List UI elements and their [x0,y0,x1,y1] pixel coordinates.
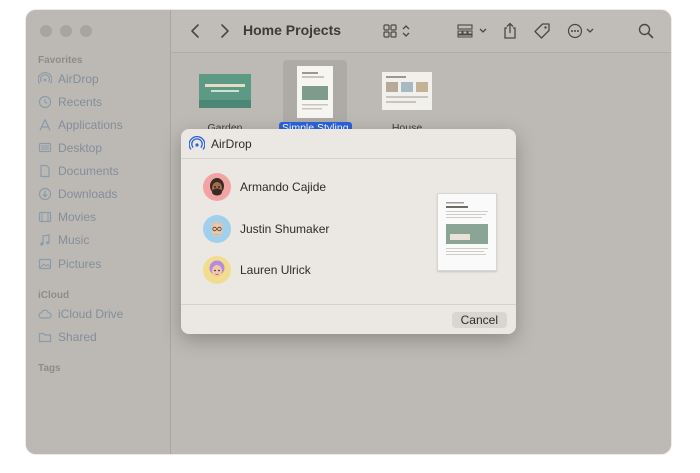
sidebar-item-label: Pictures [58,257,102,271]
sidebar-item-icloud-drive[interactable]: iCloud Drive [38,304,123,324]
recipient-name: Justin Shumaker [240,222,330,236]
recipient-name: Lauren Ulrick [240,263,311,277]
sidebar-item-label: Downloads [58,187,118,201]
close-window-button[interactable] [40,25,52,37]
tags-section-title: Tags [38,363,61,374]
window-title: Home Projects [243,22,342,38]
sidebar-item-pictures[interactable]: Pictures [38,254,101,274]
download-icon [38,187,52,201]
memoji-avatar-icon [210,221,224,237]
airdrop-recipient[interactable]: Lauren Ulrick [203,255,311,285]
share-button[interactable] [501,21,519,41]
memoji-avatar-icon [209,260,225,277]
sidebar-item-music[interactable]: Music [38,230,89,250]
desktop-icon [38,141,52,155]
cloud-icon [38,307,52,321]
grid-view-icon [383,24,410,38]
chevron-left-icon [191,24,199,38]
avatar [203,256,231,284]
house-document-thumbnail-icon [382,72,432,110]
document-icon [38,164,52,178]
avatar [203,173,231,201]
shared-document-preview [437,193,497,271]
clock-icon [38,95,52,109]
airdrop-dialog: AirDrop Armando Cajide Justin Shumaker L… [181,129,516,334]
simple-styling-document-thumbnail-icon [297,66,333,118]
memoji-avatar-icon [210,178,224,196]
search-button[interactable] [637,21,655,41]
chevron-right-icon [221,24,229,38]
sidebar-item-documents[interactable]: Documents [38,161,119,181]
file-house[interactable] [375,60,439,130]
sidebar-item-recents[interactable]: Recents [38,92,102,112]
sidebar-item-applications[interactable]: Applications [38,115,123,135]
sidebar-item-label: Recents [58,95,103,109]
tags-button[interactable] [533,21,551,41]
cancel-button[interactable]: Cancel [451,312,507,328]
icloud-section-title: iCloud [38,290,70,301]
minimize-window-button[interactable] [60,25,72,37]
sidebar-item-label: iCloud Drive [58,307,124,321]
back-button[interactable] [187,21,203,41]
sidebar-item-label: AirDrop [58,72,99,86]
airdrop-recipient[interactable]: Justin Shumaker [203,214,329,244]
recipient-name: Armando Cajide [240,180,327,194]
sidebar-item-downloads[interactable]: Downloads [38,184,117,204]
group-icon [457,24,487,38]
sidebar-item-desktop[interactable]: Desktop [38,138,102,158]
group-by-button[interactable] [457,21,491,41]
file-garden[interactable] [193,60,257,130]
airdrop-icon [189,135,205,150]
airdrop-recipient[interactable]: Armando Cajide [203,172,326,202]
file-simple-styling[interactable] [283,60,347,130]
sidebar-item-label: Music [58,233,90,247]
favorites-section-title: Favorites [38,55,83,66]
applications-icon [38,118,52,132]
ellipsis-circle-icon [567,23,594,39]
tag-icon [534,23,550,39]
view-mode-button[interactable] [383,21,415,41]
sidebar-item-label: Movies [58,210,97,224]
garden-document-thumbnail-icon [199,74,251,108]
share-icon [504,22,516,39]
shared-folder-icon [38,330,52,344]
film-icon [38,210,52,224]
sidebar-item-label: Documents [58,164,119,178]
toolbar: Home Projects [171,10,671,53]
forward-button[interactable] [217,21,233,41]
zoom-window-button[interactable] [80,25,92,37]
airdrop-icon [38,72,52,86]
sidebar-item-airdrop[interactable]: AirDrop [38,69,99,89]
traffic-lights [40,25,92,37]
search-icon [638,23,654,39]
sidebar-item-label: Desktop [58,141,103,155]
sidebar: Favorites AirDrop Recents Applications D… [26,10,171,454]
avatar [203,215,231,243]
document-preview-thumbnail-icon [446,202,488,255]
dialog-header: AirDrop [181,129,516,159]
dialog-title: AirDrop [211,136,252,151]
sidebar-item-label: Applications [58,118,123,132]
photo-icon [38,257,52,271]
music-note-icon [38,233,52,247]
sidebar-item-movies[interactable]: Movies [38,207,96,227]
dialog-footer: Cancel [181,304,516,334]
sidebar-item-shared[interactable]: Shared [38,327,97,347]
sidebar-item-label: Shared [58,330,97,344]
more-actions-button[interactable] [567,21,599,41]
